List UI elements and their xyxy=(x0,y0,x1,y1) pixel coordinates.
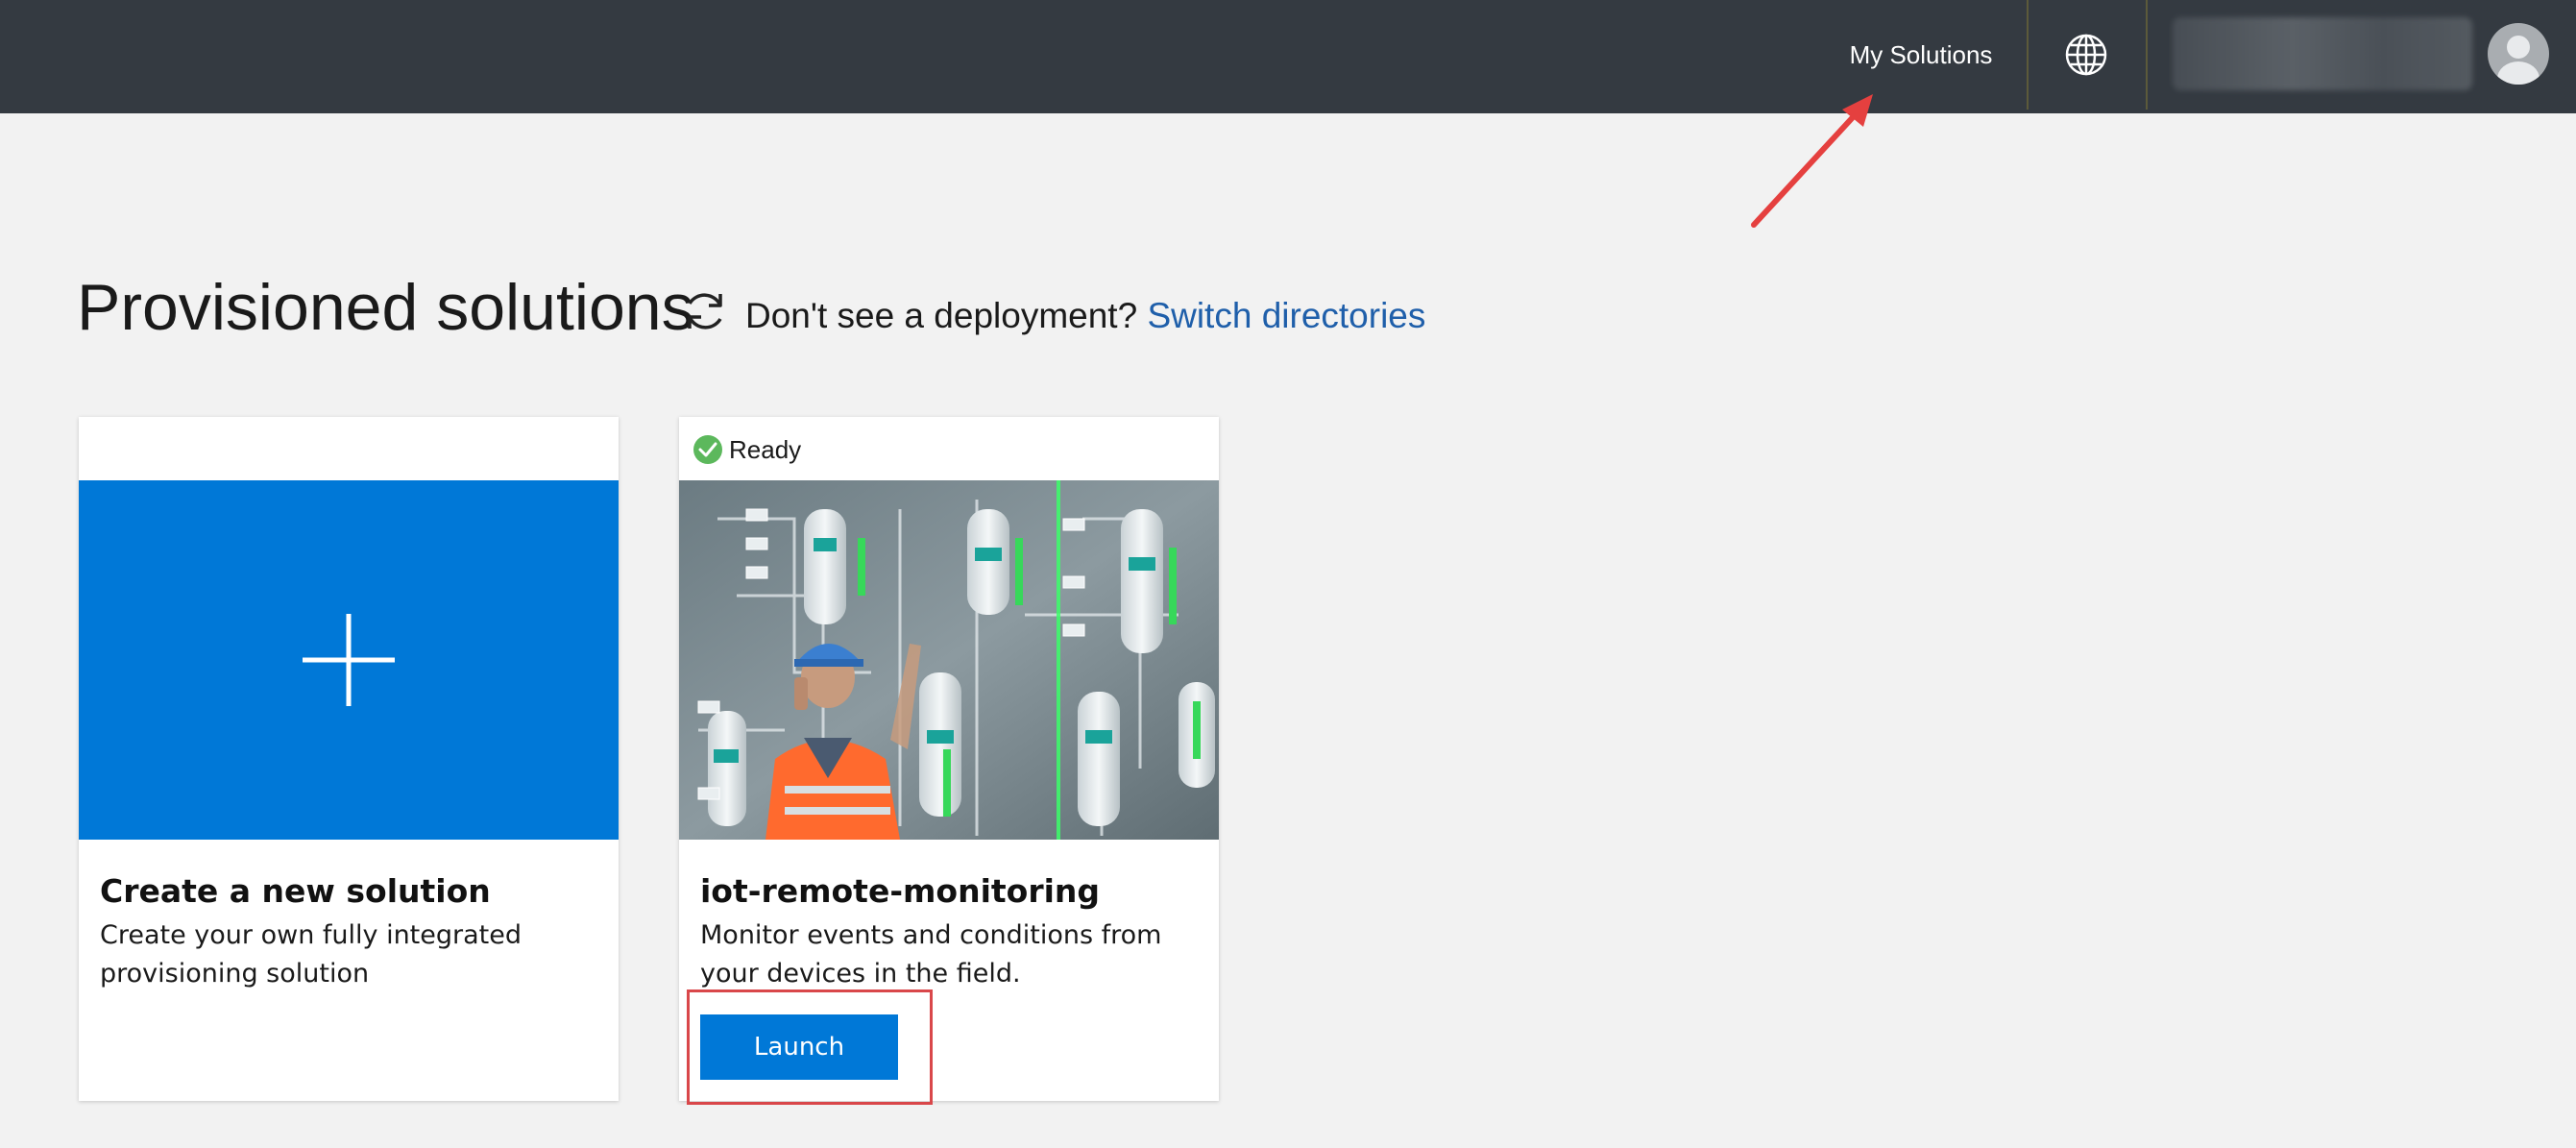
create-solution-card[interactable]: Create a new solution Create your own fu… xyxy=(79,417,619,1101)
card-title: Create a new solution xyxy=(100,872,491,910)
user-avatar-icon[interactable] xyxy=(2488,23,2549,85)
deployment-hint: Don't see a deployment? Switch directori… xyxy=(745,294,1425,338)
switch-directories-link[interactable]: Switch directories xyxy=(1147,296,1425,335)
status-badge: Ready xyxy=(693,434,801,465)
annotation-arrow xyxy=(1751,94,1873,228)
card-description: Monitor events and conditions from your … xyxy=(700,920,1162,989)
card-description: Create your own fully integrated provisi… xyxy=(100,920,522,989)
globe-icon xyxy=(2065,34,2107,76)
language-button[interactable] xyxy=(2029,0,2144,110)
top-nav-bar: My Solutions xyxy=(0,0,2576,113)
refresh-icon[interactable] xyxy=(680,286,730,336)
solution-image xyxy=(679,480,1219,840)
status-label: Ready xyxy=(729,434,802,464)
nav-divider xyxy=(2146,0,2148,110)
check-circle-icon xyxy=(693,435,722,464)
launch-button[interactable]: Launch xyxy=(700,1014,898,1080)
create-solution-tile[interactable] xyxy=(79,480,619,840)
iot-solution-card: Ready iot-remote-monitoring Monitor even… xyxy=(679,417,1219,1105)
user-account-name-redacted[interactable] xyxy=(2173,17,2472,90)
card-title: iot-remote-monitoring xyxy=(700,872,1101,910)
page-title: Provisioned solutions xyxy=(77,271,694,344)
plus-icon xyxy=(303,614,395,706)
hint-text: Don't see a deployment? xyxy=(745,296,1138,335)
